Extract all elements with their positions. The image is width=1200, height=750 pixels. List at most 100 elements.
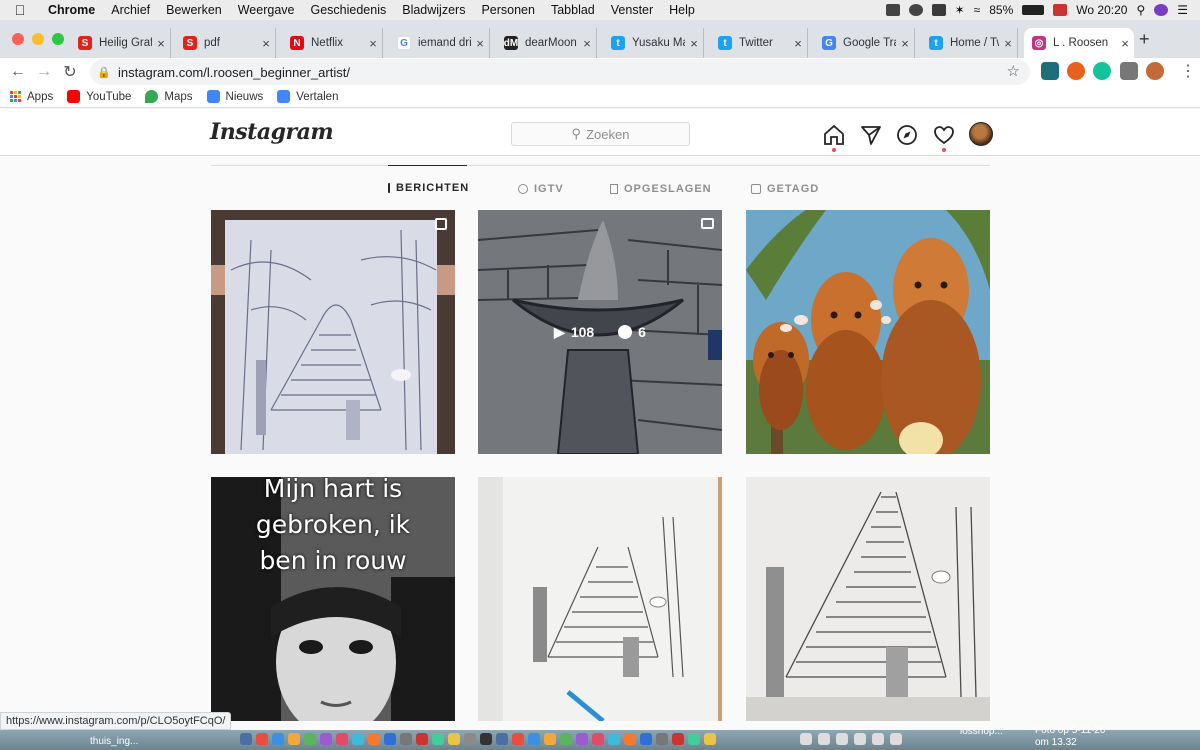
menu-weergave[interactable]: Weergave [230, 3, 303, 17]
close-tab-icon[interactable]: × [789, 36, 807, 51]
dock-app-icon[interactable] [464, 733, 476, 745]
browser-tab[interactable]: G Google Tra × [814, 28, 915, 58]
dock-document-icon[interactable] [890, 733, 902, 745]
back-arrow-icon[interactable]: ← [5, 63, 31, 81]
browser-tab[interactable]: N Netflix × [282, 28, 383, 58]
desktop-file-label[interactable]: Foto op 5-11-20 [1035, 725, 1105, 736]
dock-app-icon[interactable] [480, 733, 492, 745]
new-tab-button[interactable]: + [1139, 29, 1150, 50]
dock-app-icon[interactable] [528, 733, 540, 745]
close-tab-icon[interactable]: × [364, 36, 382, 51]
apple-menu-icon[interactable]:  [0, 2, 40, 18]
dock-app-icon[interactable] [384, 733, 396, 745]
forward-arrow-icon[interactable]: → [31, 63, 57, 81]
dock-app-icon[interactable] [544, 733, 556, 745]
close-tab-icon[interactable]: × [578, 36, 596, 51]
browser-tab[interactable]: Giemand dri × [389, 28, 490, 58]
bluetooth-icon[interactable]: ✶ [955, 3, 965, 17]
dock-app-icon[interactable] [240, 733, 252, 745]
dock-app-icon[interactable] [592, 733, 604, 745]
explore-compass-icon[interactable] [896, 124, 918, 146]
tab-berichten[interactable]: BERICHTEN [388, 165, 468, 210]
menu-archief[interactable]: Archief [103, 3, 158, 17]
close-tab-icon[interactable]: × [896, 36, 914, 51]
bookmark-youtube[interactable]: YouTube [67, 90, 131, 103]
direct-messages-icon[interactable] [860, 124, 882, 146]
profile-avatar-icon[interactable] [1146, 62, 1164, 80]
extension-clapper-icon[interactable] [1041, 62, 1059, 80]
home-icon[interactable] [823, 124, 845, 146]
menubar-clock[interactable]: Wo 20:20 [1076, 3, 1127, 17]
dock-document-icon[interactable] [818, 733, 830, 745]
desktop-file-label[interactable]: losshop... [960, 726, 1003, 737]
browser-tab[interactable]: t Twitter × [710, 28, 808, 58]
close-window-button[interactable] [12, 33, 24, 45]
control-center-icon[interactable]: ☰ [1177, 3, 1188, 17]
dock-app-icon[interactable] [256, 733, 268, 745]
post-thumbnail[interactable] [746, 477, 990, 721]
menu-help[interactable]: Help [661, 3, 703, 17]
reload-icon[interactable]: ↻ [57, 62, 83, 82]
browser-tab[interactable]: ◎ L . Roosen × [1024, 28, 1134, 58]
input-flag-icon[interactable] [1053, 4, 1068, 16]
tab-igtv[interactable]: IGTV [518, 166, 564, 211]
minimize-window-button[interactable] [32, 33, 44, 45]
dock-app-icon[interactable] [272, 733, 284, 745]
siri-icon[interactable] [1154, 4, 1169, 16]
browser-tab[interactable]: t Yusaku Ma × [603, 28, 704, 58]
dock-app-icon[interactable] [704, 733, 716, 745]
dock-app-icon[interactable] [352, 733, 364, 745]
dock-app-icon[interactable] [640, 733, 652, 745]
menu-bladwijzers[interactable]: Bladwijzers [394, 3, 473, 17]
close-tab-icon[interactable]: × [999, 36, 1017, 51]
zoom-window-button[interactable] [52, 33, 64, 45]
wifi-icon[interactable]: ≈ [974, 3, 981, 17]
menu-personen[interactable]: Personen [473, 3, 543, 17]
browser-tab[interactable]: Spdf × [175, 28, 276, 58]
bookmark-star-icon[interactable]: ☆ [1007, 62, 1020, 80]
dock-app-icon[interactable] [512, 733, 524, 745]
dock-app-icon[interactable] [368, 733, 380, 745]
extension-fire-icon[interactable] [1067, 62, 1085, 80]
address-url[interactable]: instagram.com/l.roosen_beginner_artist/ [118, 65, 350, 80]
bookmark-vertalen[interactable]: Vertalen [277, 90, 338, 103]
dock-app-icon[interactable] [336, 733, 348, 745]
dock-document-icon[interactable] [800, 733, 812, 745]
desktop-file-label[interactable]: thuis_ing... [90, 736, 138, 747]
address-bar[interactable]: 🔒 instagram.com/l.roosen_beginner_artist… [90, 59, 1030, 85]
dock-app-icon[interactable] [560, 733, 572, 745]
display-icon[interactable] [885, 4, 900, 16]
dock-app-icon[interactable] [672, 733, 684, 745]
creative-cloud-icon[interactable] [908, 4, 923, 16]
menu-bewerken[interactable]: Bewerken [158, 3, 230, 17]
wechat-icon[interactable] [931, 4, 946, 16]
post-thumbnail[interactable]: ▶ 108 6 [478, 210, 722, 454]
dock-app-icon[interactable] [624, 733, 636, 745]
dock-app-icon[interactable] [448, 733, 460, 745]
close-tab-icon[interactable]: × [685, 36, 703, 51]
browser-tab[interactable]: S Heilig Grafi × [70, 28, 171, 58]
dock-app-icon[interactable] [304, 733, 316, 745]
dock-document-icon[interactable] [836, 733, 848, 745]
spotlight-search-icon[interactable]: ⚲ [1136, 3, 1145, 17]
bookmark-apps[interactable]: Apps [10, 91, 53, 103]
close-tab-icon[interactable]: × [1116, 36, 1134, 51]
menu-geschiedenis[interactable]: Geschiedenis [302, 3, 394, 17]
dock-app-icon[interactable] [320, 733, 332, 745]
dock-app-icon[interactable] [688, 733, 700, 745]
dock-app-icon[interactable] [608, 733, 620, 745]
browser-tab[interactable]: dM dearMoon × [496, 28, 597, 58]
profile-avatar[interactable] [969, 122, 993, 146]
close-tab-icon[interactable]: × [152, 36, 170, 51]
extensions-puzzle-icon[interactable] [1120, 62, 1138, 80]
dock-app-icon[interactable] [432, 733, 444, 745]
close-tab-icon[interactable]: × [471, 36, 489, 51]
lock-icon[interactable]: 🔒 [90, 66, 118, 79]
menu-app-name[interactable]: Chrome [40, 3, 103, 17]
menu-venster[interactable]: Venster [603, 3, 661, 17]
menu-tabblad[interactable]: Tabblad [543, 3, 603, 17]
dock-app-icon[interactable] [656, 733, 668, 745]
dock-app-icon[interactable] [416, 733, 428, 745]
dock-app-icon[interactable] [496, 733, 508, 745]
dock-app-icon[interactable] [576, 733, 588, 745]
